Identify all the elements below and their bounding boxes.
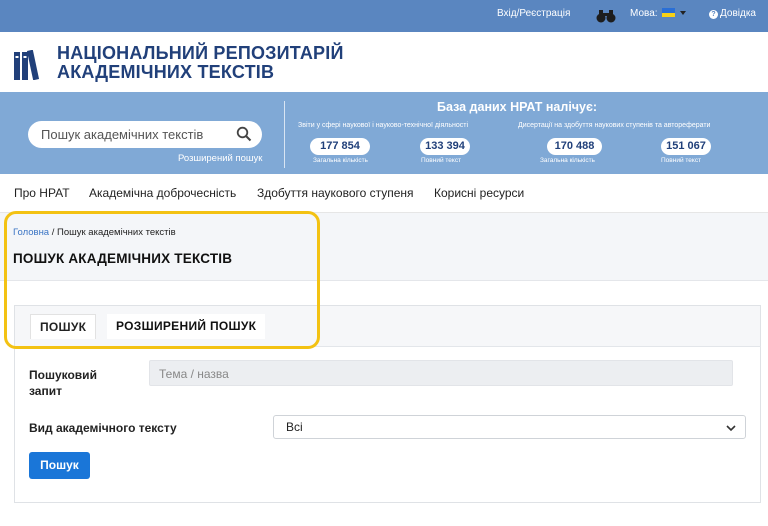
quick-search-input[interactable]: Пошук академічних текстів	[28, 121, 262, 148]
language-selector[interactable]: Мова:	[630, 8, 687, 19]
question-icon: ?	[709, 10, 718, 19]
site-logo-title[interactable]: НАЦІОНАЛЬНИЙ РЕПОЗИТАРІЙ АКАДЕМІЧНИХ ТЕК…	[57, 44, 344, 82]
stat-label: Повний текст	[661, 157, 702, 164]
logo-line-1: НАЦІОНАЛЬНИЙ РЕПОЗИТАРІЙ	[57, 43, 344, 63]
books-icon[interactable]	[14, 50, 44, 80]
stat-value[interactable]: 177 854	[310, 138, 370, 155]
search-placeholder: Пошук академічних текстів	[41, 127, 204, 142]
stat-value[interactable]: 170 488	[547, 138, 602, 155]
nav-item-resources[interactable]: Корисні ресурси	[434, 186, 524, 200]
stat-label: Загальна кількість	[540, 157, 595, 164]
text-type-label: Вид академічного тексту	[29, 421, 177, 435]
banner-divider	[284, 101, 285, 168]
login-link[interactable]: Вхід/Реєстрація	[497, 8, 570, 19]
ukraine-flag-icon	[662, 8, 676, 17]
search-icon[interactable]	[236, 126, 252, 142]
query-label-line-2: запит	[29, 384, 62, 398]
chevron-down-icon	[680, 11, 687, 15]
help-label: Довідка	[720, 8, 756, 19]
nav-item-integrity[interactable]: Академічна доброчесність	[89, 186, 236, 200]
database-title: База даних НРАТ налічує:	[437, 100, 598, 114]
page-title: ПОШУК АКАДЕМІЧНИХ ТЕКСТІВ	[13, 251, 233, 266]
logo-line-2: АКАДЕМІЧНИХ ТЕКСТІВ	[57, 62, 275, 82]
help-link[interactable]: ? Довідка	[709, 8, 756, 19]
breadcrumb: Головна / Пошук академічних текстів	[13, 227, 176, 238]
dissertations-category: Дисертації на здобуття наукових ступенів…	[518, 122, 711, 129]
breadcrumb-current: Пошук академічних текстів	[57, 227, 176, 238]
query-placeholder: Тема / назва	[159, 367, 229, 381]
tab-advanced-search[interactable]: РОЗШИРЕНИЙ ПОШУК	[107, 314, 266, 339]
language-label: Мова:	[630, 8, 658, 19]
main-nav: Про НРАТ Академічна доброчесність Здобут…	[0, 174, 768, 213]
top-bar: Вхід/Реєстрація Мова: ? Довідка	[0, 0, 768, 32]
stat-value[interactable]: 151 067	[661, 138, 711, 155]
nav-item-degree[interactable]: Здобуття наукового ступеня	[257, 186, 414, 200]
text-type-select[interactable]: Всі	[273, 415, 746, 439]
search-submit-button[interactable]: Пошук	[29, 452, 90, 479]
query-label-line-1: Пошуковий	[29, 368, 97, 382]
nav-item-about[interactable]: Про НРАТ	[14, 186, 70, 200]
page-header-zone	[0, 213, 768, 281]
chevron-down-icon	[726, 425, 736, 432]
tab-search[interactable]: ПОШУК	[30, 314, 97, 339]
stat-label: Загальна кількість	[313, 157, 368, 164]
query-label: Пошуковий запит	[29, 367, 97, 399]
breadcrumb-separator: /	[49, 227, 58, 238]
text-type-value: Всі	[286, 420, 303, 434]
search-query-input[interactable]: Тема / назва	[149, 360, 733, 386]
stat-label: Повний текст	[421, 157, 462, 164]
advanced-search-link[interactable]: Розширений пошук	[178, 153, 262, 164]
breadcrumb-home-link[interactable]: Головна	[13, 227, 49, 238]
stat-value[interactable]: 133 394	[420, 138, 470, 155]
binoculars-icon[interactable]	[596, 8, 616, 24]
reports-category: Звіти у сфері наукової і науково-технічн…	[298, 122, 469, 129]
